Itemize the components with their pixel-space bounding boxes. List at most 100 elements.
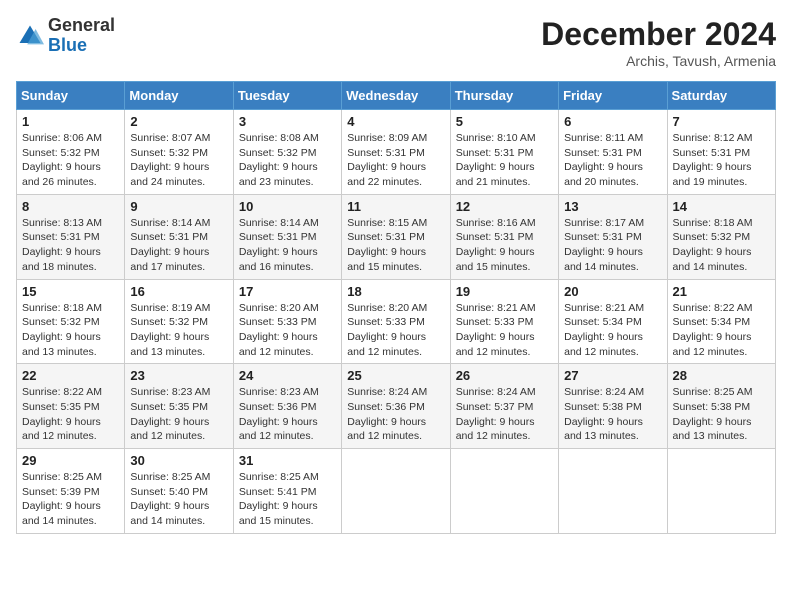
calendar-day-cell: 11 Sunrise: 8:15 AM Sunset: 5:31 PM Dayl…: [342, 194, 450, 279]
day-info: Sunrise: 8:18 AM Sunset: 5:32 PM Dayligh…: [673, 216, 770, 275]
day-number: 15: [22, 284, 119, 299]
day-info: Sunrise: 8:24 AM Sunset: 5:38 PM Dayligh…: [564, 385, 661, 444]
calendar-day-cell: 31 Sunrise: 8:25 AM Sunset: 5:41 PM Dayl…: [233, 449, 341, 534]
calendar-day-cell: 2 Sunrise: 8:07 AM Sunset: 5:32 PM Dayli…: [125, 110, 233, 195]
day-info: Sunrise: 8:23 AM Sunset: 5:36 PM Dayligh…: [239, 385, 336, 444]
calendar-day-cell: 10 Sunrise: 8:14 AM Sunset: 5:31 PM Dayl…: [233, 194, 341, 279]
day-info: Sunrise: 8:23 AM Sunset: 5:35 PM Dayligh…: [130, 385, 227, 444]
day-info: Sunrise: 8:22 AM Sunset: 5:35 PM Dayligh…: [22, 385, 119, 444]
day-info: Sunrise: 8:17 AM Sunset: 5:31 PM Dayligh…: [564, 216, 661, 275]
day-number: 25: [347, 368, 444, 383]
calendar-day-cell: 21 Sunrise: 8:22 AM Sunset: 5:34 PM Dayl…: [667, 279, 775, 364]
calendar-day-cell: 12 Sunrise: 8:16 AM Sunset: 5:31 PM Dayl…: [450, 194, 558, 279]
calendar-day-cell: 27 Sunrise: 8:24 AM Sunset: 5:38 PM Dayl…: [559, 364, 667, 449]
calendar-day-cell: 20 Sunrise: 8:21 AM Sunset: 5:34 PM Dayl…: [559, 279, 667, 364]
day-info: Sunrise: 8:15 AM Sunset: 5:31 PM Dayligh…: [347, 216, 444, 275]
calendar-day-cell: [342, 449, 450, 534]
day-number: 6: [564, 114, 661, 129]
calendar-day-cell: 9 Sunrise: 8:14 AM Sunset: 5:31 PM Dayli…: [125, 194, 233, 279]
day-info: Sunrise: 8:10 AM Sunset: 5:31 PM Dayligh…: [456, 131, 553, 190]
calendar-day-cell: 7 Sunrise: 8:12 AM Sunset: 5:31 PM Dayli…: [667, 110, 775, 195]
calendar-week-row: 1 Sunrise: 8:06 AM Sunset: 5:32 PM Dayli…: [17, 110, 776, 195]
day-number: 26: [456, 368, 553, 383]
day-number: 4: [347, 114, 444, 129]
calendar-day-cell: [559, 449, 667, 534]
day-number: 8: [22, 199, 119, 214]
day-number: 11: [347, 199, 444, 214]
day-number: 29: [22, 453, 119, 468]
day-info: Sunrise: 8:14 AM Sunset: 5:31 PM Dayligh…: [130, 216, 227, 275]
day-of-week-header: Thursday: [450, 82, 558, 110]
day-number: 1: [22, 114, 119, 129]
logo-icon: [16, 22, 44, 50]
day-info: Sunrise: 8:25 AM Sunset: 5:40 PM Dayligh…: [130, 470, 227, 529]
day-info: Sunrise: 8:22 AM Sunset: 5:34 PM Dayligh…: [673, 301, 770, 360]
calendar-day-cell: 1 Sunrise: 8:06 AM Sunset: 5:32 PM Dayli…: [17, 110, 125, 195]
calendar-day-cell: 8 Sunrise: 8:13 AM Sunset: 5:31 PM Dayli…: [17, 194, 125, 279]
day-number: 16: [130, 284, 227, 299]
calendar-day-cell: 26 Sunrise: 8:24 AM Sunset: 5:37 PM Dayl…: [450, 364, 558, 449]
calendar-day-cell: 23 Sunrise: 8:23 AM Sunset: 5:35 PM Dayl…: [125, 364, 233, 449]
calendar-day-cell: 3 Sunrise: 8:08 AM Sunset: 5:32 PM Dayli…: [233, 110, 341, 195]
day-of-week-header: Saturday: [667, 82, 775, 110]
calendar-table: SundayMondayTuesdayWednesdayThursdayFrid…: [16, 81, 776, 534]
day-number: 19: [456, 284, 553, 299]
calendar-day-cell: 13 Sunrise: 8:17 AM Sunset: 5:31 PM Dayl…: [559, 194, 667, 279]
day-of-week-header: Monday: [125, 82, 233, 110]
day-info: Sunrise: 8:12 AM Sunset: 5:31 PM Dayligh…: [673, 131, 770, 190]
day-number: 20: [564, 284, 661, 299]
day-number: 12: [456, 199, 553, 214]
day-info: Sunrise: 8:18 AM Sunset: 5:32 PM Dayligh…: [22, 301, 119, 360]
calendar-day-cell: 17 Sunrise: 8:20 AM Sunset: 5:33 PM Dayl…: [233, 279, 341, 364]
day-number: 24: [239, 368, 336, 383]
day-info: Sunrise: 8:21 AM Sunset: 5:33 PM Dayligh…: [456, 301, 553, 360]
day-number: 23: [130, 368, 227, 383]
calendar-day-cell: 25 Sunrise: 8:24 AM Sunset: 5:36 PM Dayl…: [342, 364, 450, 449]
title-block: December 2024 Archis, Tavush, Armenia: [541, 16, 776, 69]
calendar-day-cell: 15 Sunrise: 8:18 AM Sunset: 5:32 PM Dayl…: [17, 279, 125, 364]
day-number: 21: [673, 284, 770, 299]
day-info: Sunrise: 8:21 AM Sunset: 5:34 PM Dayligh…: [564, 301, 661, 360]
day-number: 7: [673, 114, 770, 129]
day-number: 30: [130, 453, 227, 468]
calendar-day-cell: 6 Sunrise: 8:11 AM Sunset: 5:31 PM Dayli…: [559, 110, 667, 195]
location-subtitle: Archis, Tavush, Armenia: [541, 53, 776, 69]
day-info: Sunrise: 8:24 AM Sunset: 5:37 PM Dayligh…: [456, 385, 553, 444]
page-header: General Blue December 2024 Archis, Tavus…: [16, 16, 776, 69]
day-info: Sunrise: 8:25 AM Sunset: 5:39 PM Dayligh…: [22, 470, 119, 529]
day-info: Sunrise: 8:09 AM Sunset: 5:31 PM Dayligh…: [347, 131, 444, 190]
day-info: Sunrise: 8:19 AM Sunset: 5:32 PM Dayligh…: [130, 301, 227, 360]
calendar-day-cell: 30 Sunrise: 8:25 AM Sunset: 5:40 PM Dayl…: [125, 449, 233, 534]
calendar-day-cell: 16 Sunrise: 8:19 AM Sunset: 5:32 PM Dayl…: [125, 279, 233, 364]
calendar-day-cell: 24 Sunrise: 8:23 AM Sunset: 5:36 PM Dayl…: [233, 364, 341, 449]
month-title: December 2024: [541, 16, 776, 53]
day-number: 5: [456, 114, 553, 129]
day-info: Sunrise: 8:16 AM Sunset: 5:31 PM Dayligh…: [456, 216, 553, 275]
day-number: 17: [239, 284, 336, 299]
calendar-day-cell: [450, 449, 558, 534]
day-number: 31: [239, 453, 336, 468]
day-number: 14: [673, 199, 770, 214]
calendar-day-cell: [667, 449, 775, 534]
day-number: 18: [347, 284, 444, 299]
logo-text: General Blue: [48, 16, 115, 56]
day-number: 2: [130, 114, 227, 129]
day-number: 10: [239, 199, 336, 214]
day-number: 22: [22, 368, 119, 383]
calendar-day-cell: 4 Sunrise: 8:09 AM Sunset: 5:31 PM Dayli…: [342, 110, 450, 195]
day-of-week-header: Wednesday: [342, 82, 450, 110]
day-info: Sunrise: 8:25 AM Sunset: 5:41 PM Dayligh…: [239, 470, 336, 529]
calendar-week-row: 15 Sunrise: 8:18 AM Sunset: 5:32 PM Dayl…: [17, 279, 776, 364]
day-info: Sunrise: 8:13 AM Sunset: 5:31 PM Dayligh…: [22, 216, 119, 275]
day-number: 9: [130, 199, 227, 214]
calendar-week-row: 29 Sunrise: 8:25 AM Sunset: 5:39 PM Dayl…: [17, 449, 776, 534]
day-number: 28: [673, 368, 770, 383]
calendar-header-row: SundayMondayTuesdayWednesdayThursdayFrid…: [17, 82, 776, 110]
calendar-day-cell: 19 Sunrise: 8:21 AM Sunset: 5:33 PM Dayl…: [450, 279, 558, 364]
day-info: Sunrise: 8:07 AM Sunset: 5:32 PM Dayligh…: [130, 131, 227, 190]
day-of-week-header: Tuesday: [233, 82, 341, 110]
day-of-week-header: Sunday: [17, 82, 125, 110]
day-info: Sunrise: 8:14 AM Sunset: 5:31 PM Dayligh…: [239, 216, 336, 275]
calendar-week-row: 8 Sunrise: 8:13 AM Sunset: 5:31 PM Dayli…: [17, 194, 776, 279]
calendar-day-cell: 14 Sunrise: 8:18 AM Sunset: 5:32 PM Dayl…: [667, 194, 775, 279]
